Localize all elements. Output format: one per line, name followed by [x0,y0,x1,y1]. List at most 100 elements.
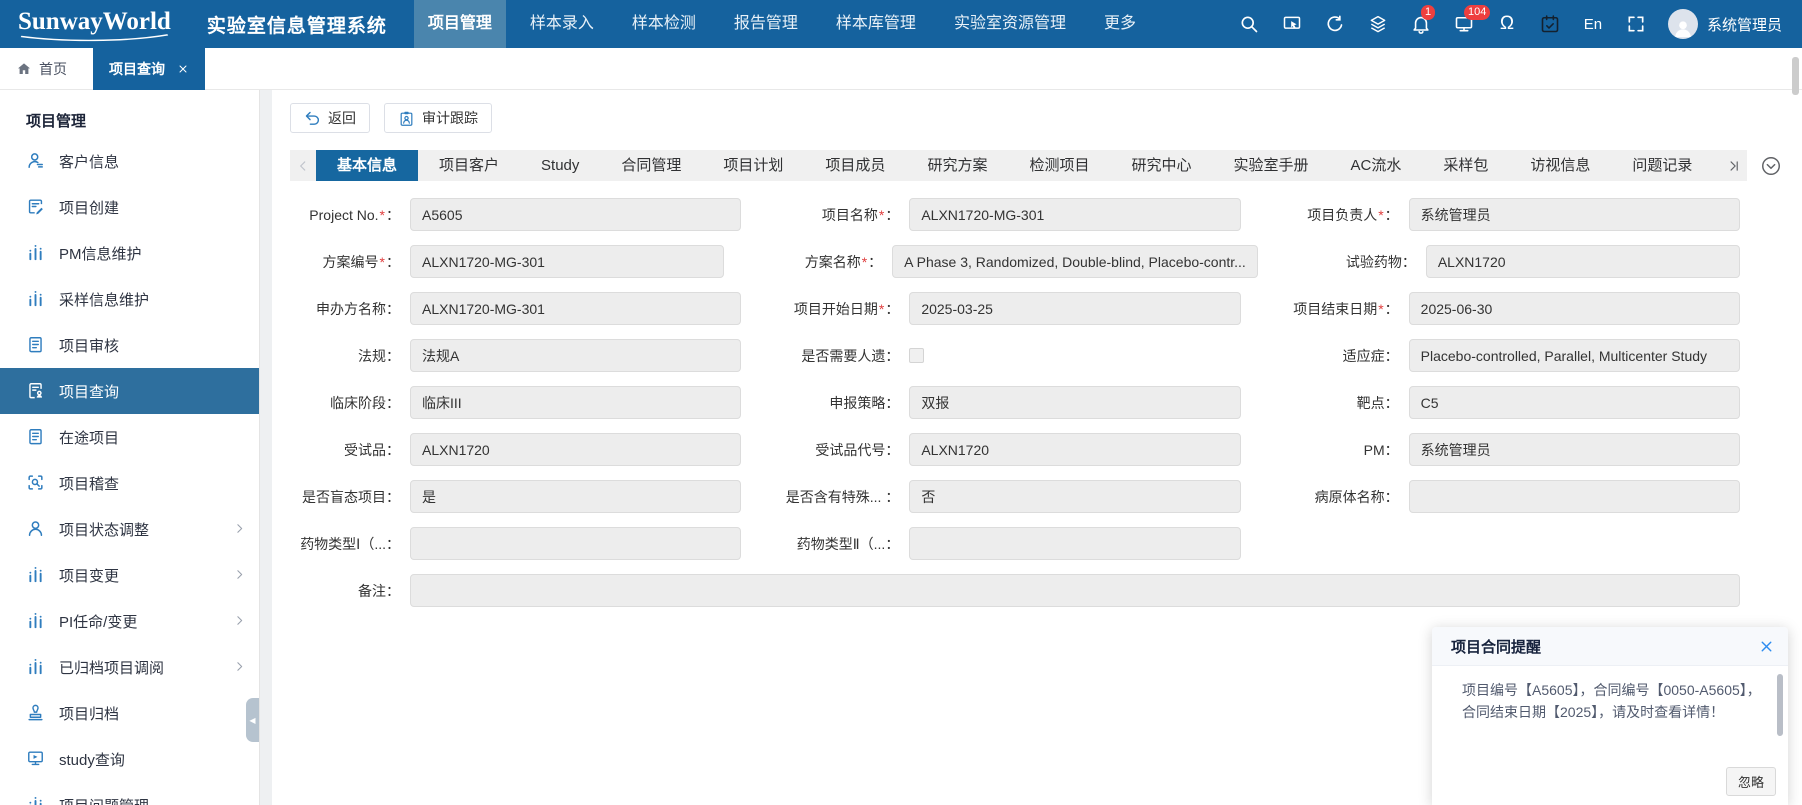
sidebar-item-0[interactable]: 客户信息 [0,138,259,184]
audit-trail-button[interactable]: 审计跟踪 [384,103,492,133]
language-toggle[interactable]: En [1582,13,1604,35]
sidebar-item-3[interactable]: 采样信息维护 [0,276,259,322]
form-row-3: 法规：法规A是否需要人遗：适应症：Placebo-controlled, Par… [278,339,1776,372]
field-value[interactable]: ALXN1720 [1426,245,1740,278]
sidebar-item-4[interactable]: 项目审核 [0,322,259,368]
detail-tabs-row: 基本信息项目客户Study合同管理项目计划项目成员研究方案检测项目研究中心实验室… [290,150,1782,181]
detail-tab-0[interactable]: 基本信息 [316,150,418,181]
sidebar-item-11[interactable]: 已归档项目调阅 [0,644,259,690]
sidebar-collapse-handle[interactable]: ◀ [246,698,259,742]
sidebar-item-13[interactable]: study查询 [0,736,259,782]
field-label: 项目开始日期*： [777,299,909,319]
field-value[interactable]: A5605 [410,198,741,231]
brand-logo[interactable]: SunwayWorld [18,8,171,40]
bell-icon[interactable]: 1 [1410,13,1432,35]
close-icon[interactable] [177,63,189,75]
field-value[interactable]: C5 [1409,386,1740,419]
popup-close-icon[interactable] [1758,638,1775,655]
field-value[interactable] [909,527,1240,560]
customer-icon [26,151,46,171]
toolbar: 返回 审计跟踪 [272,90,1802,133]
home-crumb[interactable]: 首页 [16,59,67,79]
cast-screen-icon[interactable]: 104 [1453,13,1475,35]
nav-item-3[interactable]: 报告管理 [720,0,812,48]
field-value[interactable]: 是 [410,480,741,513]
sidebar-item-14[interactable]: 项目问题管理 [0,782,259,805]
search-icon[interactable] [1238,13,1260,35]
form-field-3-2: 适应症：Placebo-controlled, Parallel, Multic… [1277,339,1776,372]
sidebar-item-7[interactable]: 项目稽查 [0,460,259,506]
calendar-check-icon[interactable] [1539,13,1561,35]
detail-tab-8[interactable]: 研究中心 [1110,150,1212,181]
omega-icon[interactable]: Ω [1496,13,1518,35]
ignore-button[interactable]: 忽略 [1726,767,1776,796]
sidebar-item-12[interactable]: 项目归档 [0,690,259,736]
field-label: 试验药物： [1294,252,1426,272]
detail-tab-7[interactable]: 检测项目 [1008,150,1110,181]
tabs-scroll-left-icon[interactable] [290,150,316,181]
sidebar-item-6[interactable]: 在途项目 [0,414,259,460]
detail-tab-3[interactable]: 合同管理 [600,150,702,181]
layers-icon[interactable] [1367,13,1389,35]
refresh-icon[interactable] [1324,13,1346,35]
doc-icon [26,427,46,447]
field-value[interactable]: 系统管理员 [1409,198,1740,231]
sidebar-item-2[interactable]: PM信息维护 [0,230,259,276]
detail-tab-11[interactable]: 采样包 [1422,150,1509,181]
sidebar-item-5[interactable]: 项目查询 [0,368,259,414]
field-value[interactable] [410,574,1740,607]
detail-tab-4[interactable]: 项目计划 [702,150,804,181]
field-value[interactable]: 临床III [410,386,741,419]
back-button[interactable]: 返回 [290,103,370,133]
detail-tab-14[interactable]: 辅材信 [1713,150,1721,181]
nav-item-1[interactable]: 样本录入 [516,0,608,48]
form-row-5: 受试品：ALXN1720受试品代号：ALXN1720PM：系统管理员 [278,433,1776,466]
detail-tab-9[interactable]: 实验室手册 [1212,150,1329,181]
sidebar-item-8[interactable]: 项目状态调整 [0,506,259,552]
field-value[interactable]: ALXN1720 [909,433,1240,466]
field-value[interactable]: A Phase 3, Randomized, Double-blind, Pla… [892,245,1258,278]
field-value[interactable]: ALXN1720-MG-301 [909,198,1240,231]
field-value[interactable] [410,527,741,560]
field-value[interactable]: ALXN1720-MG-301 [410,292,741,325]
field-value[interactable]: ALXN1720-MG-301 [410,245,724,278]
popup-scrollbar-thumb[interactable] [1777,674,1783,736]
user-menu[interactable]: 系统管理员 [1668,9,1782,39]
field-value[interactable]: ALXN1720 [410,433,741,466]
guide-board-icon[interactable] [1281,13,1303,35]
field-value[interactable]: 2025-06-30 [1409,292,1740,325]
sidebar-item-label: 项目问题管理 [59,795,149,805]
detail-tab-2[interactable]: Study [520,150,600,181]
sidebar-item-10[interactable]: PI任命/变更 [0,598,259,644]
form-cell-empty [1277,527,1776,560]
nav-item-2[interactable]: 样本检测 [618,0,710,48]
sidebar-item-1[interactable]: 项目创建 [0,184,259,230]
nav-item-5[interactable]: 实验室资源管理 [940,0,1080,48]
fullscreen-icon[interactable] [1625,13,1647,35]
nav-item-4[interactable]: 样本库管理 [822,0,930,48]
field-value[interactable]: 否 [909,480,1240,513]
field-value[interactable]: 2025-03-25 [909,292,1240,325]
detail-tab-1[interactable]: 项目客户 [418,150,520,181]
form-row-2: 申办方名称：ALXN1720-MG-301项目开始日期*：2025-03-25项… [278,292,1776,325]
detail-tab-6[interactable]: 研究方案 [906,150,1008,181]
field-value[interactable]: 法规A [410,339,741,372]
sidebar-item-9[interactable]: 项目变更 [0,552,259,598]
tabs-expand-icon[interactable] [1760,155,1782,177]
detail-tab-12[interactable]: 访视信息 [1509,150,1611,181]
checkbox-field[interactable] [909,348,924,363]
detail-tab-5[interactable]: 项目成员 [804,150,906,181]
detail-tab-13[interactable]: 问题记录 [1611,150,1713,181]
field-value[interactable]: 双报 [909,386,1240,419]
tabs-scroll-right-icon[interactable] [1721,150,1747,181]
page-scrollbar-thumb[interactable] [1792,57,1799,95]
detail-tab-10[interactable]: AC流水 [1330,150,1423,181]
nav-item-6[interactable]: 更多 [1090,0,1150,48]
field-value[interactable]: Placebo-controlled, Parallel, Multicente… [1409,339,1740,372]
page-tab-active[interactable]: 项目查询 [93,48,205,90]
field-value[interactable]: 系统管理员 [1409,433,1740,466]
field-label: 项目名称*： [777,205,909,225]
bars-icon [26,289,46,309]
field-value[interactable] [1409,480,1740,513]
nav-item-0[interactable]: 项目管理 [414,0,506,48]
